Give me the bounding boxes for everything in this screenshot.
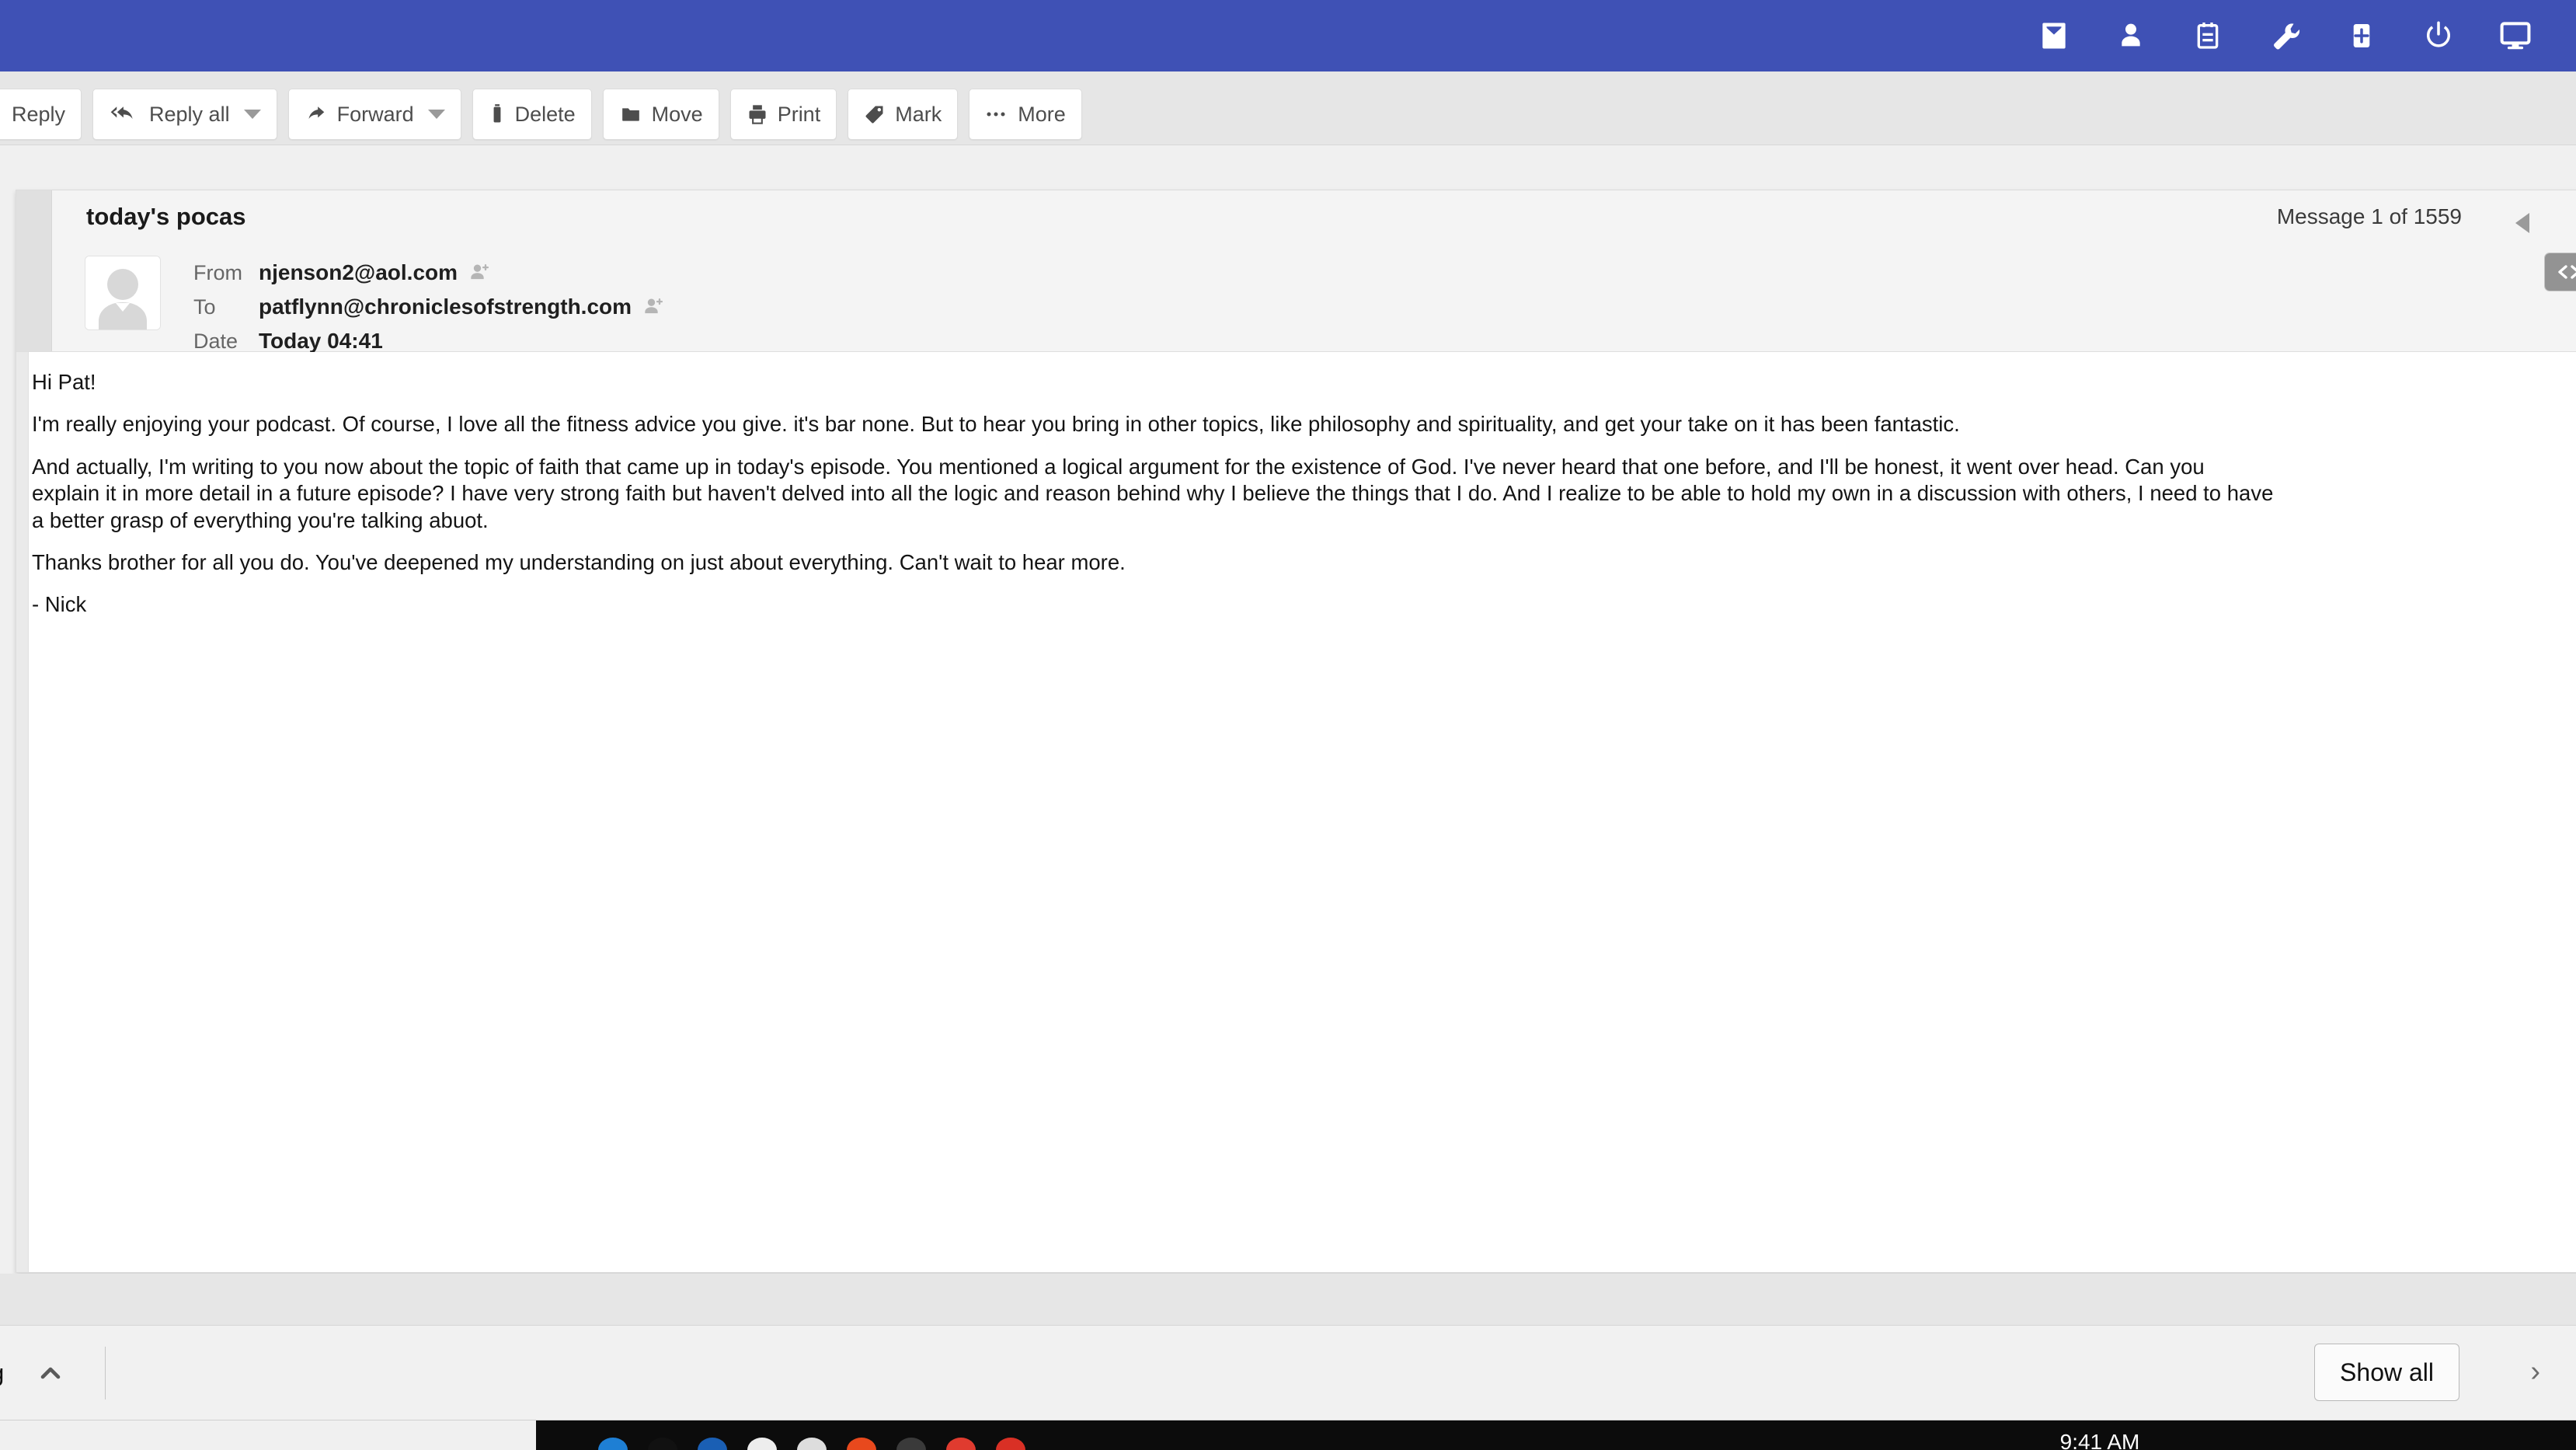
top-app-bar — [0, 0, 2576, 71]
delete-button[interactable]: Delete — [472, 89, 592, 140]
move-button-label: Move — [651, 102, 703, 126]
dock-icon-row — [536, 1420, 1624, 1450]
add-contact-icon[interactable] — [468, 262, 492, 284]
taskbar-clock: 9:41 AM — [1624, 1420, 2576, 1450]
body-paragraph: And actually, I'm writing to you now abo… — [32, 454, 2205, 479]
body-paragraph: explain it in more detail in a future ep… — [32, 481, 2274, 506]
calendar-icon[interactable] — [2191, 19, 2225, 53]
taskbar-dock[interactable] — [536, 1420, 1624, 1450]
print-button-label: Print — [777, 102, 821, 126]
forward-arrow-icon — [305, 104, 328, 124]
to-label: To — [193, 295, 216, 319]
add-contact-icon[interactable] — [642, 296, 666, 318]
more-button-label: More — [1018, 102, 1066, 126]
reply-button[interactable]: Reply — [0, 89, 82, 140]
chevron-down-icon[interactable] — [427, 110, 445, 119]
new-item-icon[interactable] — [2345, 19, 2379, 53]
dock-app-icon[interactable] — [946, 1438, 976, 1450]
contacts-icon[interactable] — [2114, 19, 2148, 53]
chevron-left-icon — [2515, 213, 2529, 233]
download-bar-separator — [105, 1346, 106, 1399]
message-counter: Message 1 of 1559 — [2276, 204, 2462, 228]
from-value[interactable]: njenson2@aol.com — [259, 260, 458, 285]
body-paragraph: Hi Pat! — [32, 370, 96, 394]
date-field: Date Today 04:41 — [193, 329, 666, 354]
mark-button[interactable]: Mark — [848, 89, 959, 140]
body-paragraph: - Nick — [32, 592, 87, 617]
body-gutter — [16, 352, 29, 1272]
display-monitor-icon[interactable] — [2498, 19, 2532, 53]
trash-icon — [489, 103, 506, 125]
message-body-text: Hi Pat! I'm really enjoying your podcast… — [32, 369, 2576, 634]
source-view-button[interactable] — [2545, 253, 2576, 291]
download-item-label[interactable]: g — [0, 1359, 4, 1387]
dock-app-icon[interactable] — [698, 1438, 727, 1450]
reply-all-arrow-icon — [109, 104, 140, 124]
dock-app-icon[interactable] — [896, 1438, 926, 1450]
tag-icon — [864, 103, 886, 125]
window-bottom-strip — [0, 1274, 2576, 1326]
dock-app-icon[interactable] — [598, 1438, 628, 1450]
dock-app-icon[interactable] — [847, 1438, 876, 1450]
message-card: today's pocas From njenson2@aol.com To p… — [16, 190, 2576, 1273]
download-bar: g Show all › — [0, 1326, 2576, 1420]
avatar — [85, 256, 161, 330]
body-paragraph: I'm really enjoying your podcast. Of cou… — [32, 412, 1960, 437]
message-subject: today's pocas — [86, 203, 246, 230]
forward-button-label: Forward — [336, 102, 414, 126]
close-download-bar-icon[interactable]: › — [2530, 1357, 2540, 1386]
mail-icon[interactable] — [2037, 19, 2071, 53]
message-body: Hi Pat! I'm really enjoying your podcast… — [16, 352, 2576, 1272]
reply-arrow-icon — [0, 104, 2, 124]
move-button[interactable]: Move — [602, 89, 719, 140]
chevron-down-icon[interactable] — [243, 110, 261, 119]
body-paragraph: Thanks brother for all you do. You've de… — [32, 549, 1126, 574]
ellipsis-icon — [985, 110, 1008, 119]
delete-button-label: Delete — [514, 102, 576, 126]
reply-all-button-label: Reply all — [149, 102, 230, 126]
message-toolbar: Reply Reply all Forward Delete Move Prin… — [0, 71, 2576, 145]
clock-label: 9:41 AM — [2059, 1430, 2140, 1450]
mark-button-label: Mark — [895, 102, 942, 126]
dock-app-icon[interactable] — [797, 1438, 827, 1450]
from-field: From njenson2@aol.com — [193, 260, 666, 285]
reply-all-button[interactable]: Reply all — [92, 89, 277, 140]
settings-wrench-icon[interactable] — [2268, 19, 2302, 53]
date-value: Today 04:41 — [259, 329, 383, 353]
power-logout-icon[interactable] — [2421, 19, 2456, 53]
forward-button[interactable]: Forward — [287, 89, 461, 140]
more-button[interactable]: More — [969, 89, 1082, 140]
print-button[interactable]: Print — [729, 89, 837, 140]
header-gutter — [16, 190, 52, 351]
printer-icon — [747, 103, 768, 125]
folder-icon — [619, 104, 642, 124]
reply-button-label: Reply — [12, 102, 66, 126]
previous-message-button[interactable] — [2507, 207, 2538, 239]
app-bar-icon-group — [2037, 19, 2576, 53]
body-paragraph: a better grasp of everything you're talk… — [32, 507, 489, 532]
message-fields: From njenson2@aol.com To patflynn@chroni… — [193, 260, 666, 354]
toolbar-button-row: Reply Reply all Forward Delete Move Prin… — [0, 89, 1082, 140]
to-value[interactable]: patflynn@chroniclesofstrength.com — [259, 295, 632, 319]
show-all-downloads-button[interactable]: Show all — [2314, 1344, 2459, 1401]
message-header: today's pocas From njenson2@aol.com To p… — [16, 190, 2576, 354]
dock-app-icon[interactable] — [648, 1438, 677, 1450]
show-all-label: Show all — [2340, 1358, 2434, 1386]
view-mode-toggle — [2544, 253, 2576, 291]
dock-app-icon[interactable] — [996, 1438, 1025, 1450]
to-field: To patflynn@chroniclesofstrength.com — [193, 295, 666, 319]
download-item-chevron-up-icon[interactable] — [35, 1362, 66, 1384]
date-label: Date — [193, 329, 238, 353]
dock-app-icon[interactable] — [747, 1438, 777, 1450]
from-label: From — [193, 260, 242, 284]
